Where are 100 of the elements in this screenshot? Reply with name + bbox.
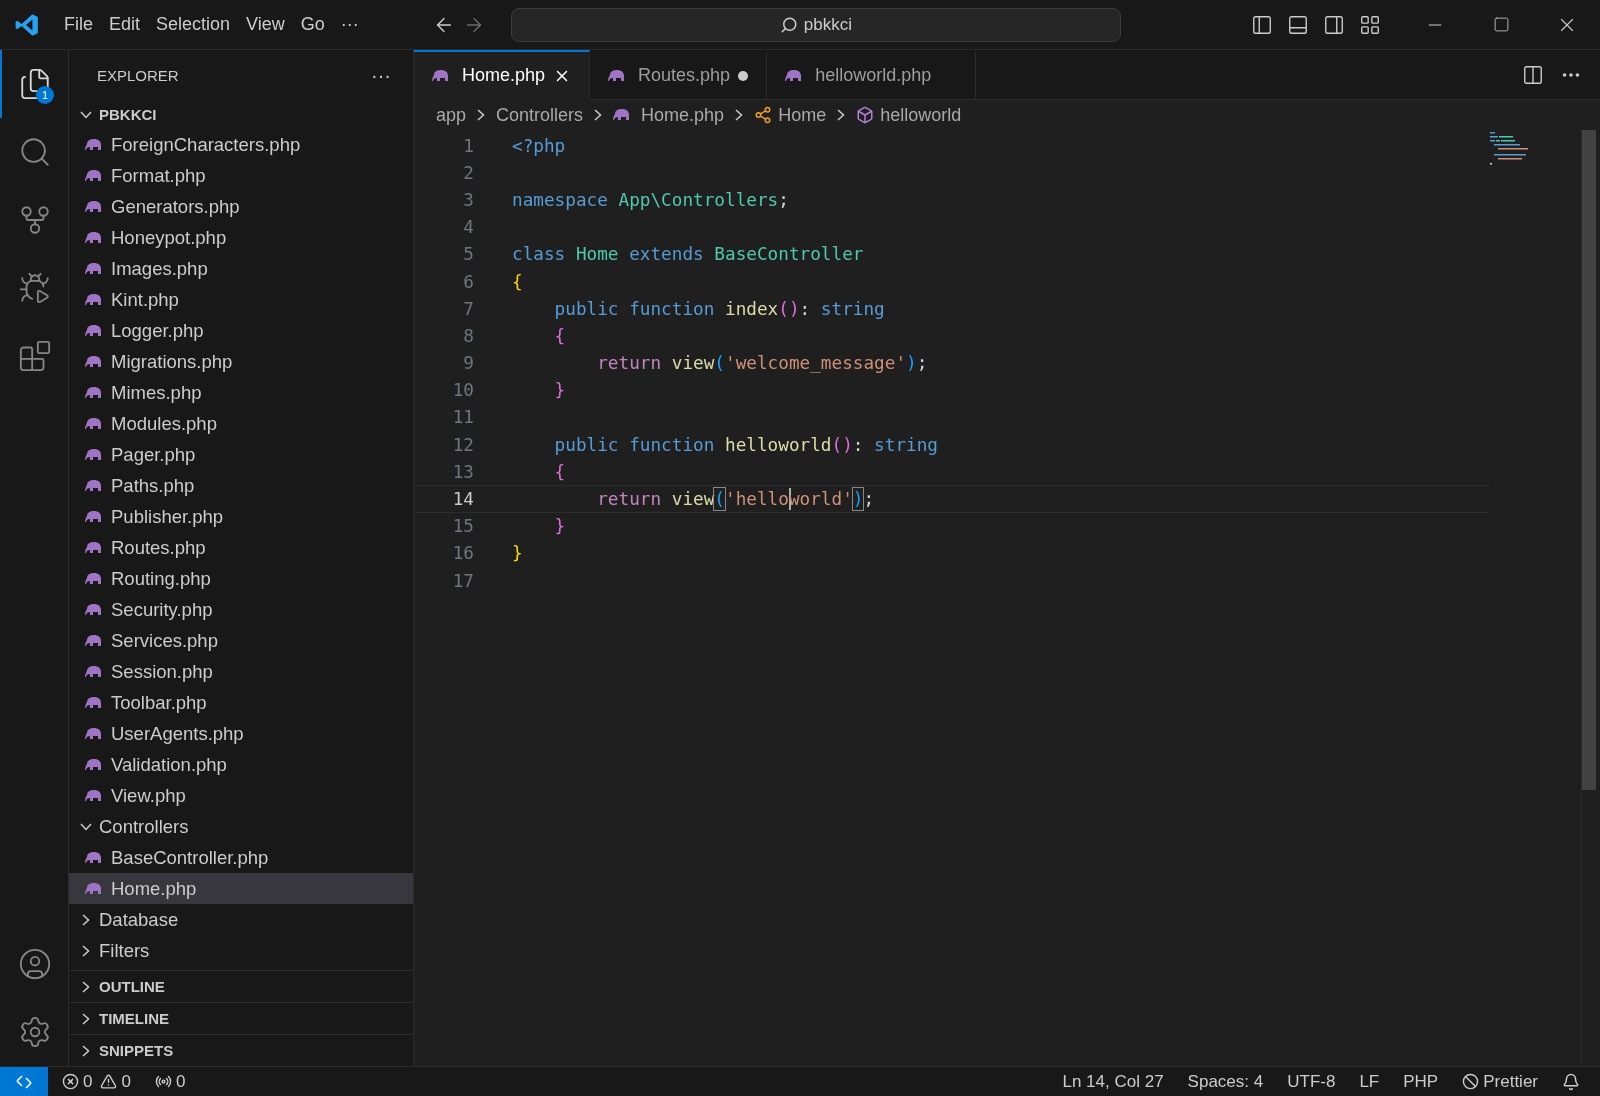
elephant-icon	[85, 230, 103, 245]
menu-item[interactable]: ···	[332, 10, 367, 39]
elephant-icon	[85, 354, 103, 369]
code-line: {	[553, 460, 566, 483]
status-item[interactable]: UTF-8	[1279, 1071, 1344, 1092]
code-line: class Home extends BaseController	[512, 243, 864, 266]
explorer-php-file[interactable]: Format.php	[69, 160, 413, 191]
code-line: return view('welcome_message');	[596, 352, 928, 375]
elephant-icon	[85, 633, 103, 648]
notification-badge: 1	[36, 86, 54, 104]
explorer-php-file[interactable]: Publisher.php	[69, 501, 413, 532]
chevron-right-icon	[477, 109, 486, 121]
explorer-php-file[interactable]: Images.php	[69, 253, 413, 284]
section-header[interactable]: TIMELINE	[69, 1002, 413, 1034]
explorer-php-file[interactable]: Routes.php	[69, 532, 413, 563]
editor-tab[interactable]: Routes.php	[590, 50, 768, 100]
elephant-icon	[85, 292, 103, 307]
elephant-icon	[85, 447, 103, 462]
breadcrumb-item[interactable]: Home	[754, 104, 827, 126]
line-number: 6	[462, 270, 474, 293]
explorer-php-file[interactable]: Home.php	[69, 873, 413, 904]
menu-item[interactable]: Go	[292, 10, 333, 39]
line-number: 7	[462, 297, 474, 320]
elephant-icon	[85, 788, 103, 803]
status-item[interactable]: Prettier	[1454, 1071, 1546, 1092]
code-line: }	[512, 542, 523, 565]
command-center-search[interactable]: pbkkci	[510, 7, 1121, 42]
menu-item[interactable]: View	[238, 10, 293, 39]
section-header[interactable]: OUTLINE	[69, 970, 413, 1002]
status-item[interactable]: Spaces: 4	[1179, 1071, 1272, 1092]
elephant-icon	[85, 757, 103, 772]
elephant-icon	[85, 261, 103, 276]
elephant-icon	[85, 137, 103, 152]
menu-item[interactable]: File	[56, 10, 101, 39]
explorer-php-file[interactable]: Kint.php	[69, 284, 413, 315]
explorer-folder[interactable]: Controllers	[69, 811, 413, 842]
menu-item[interactable]: Edit	[101, 10, 149, 39]
elephant-icon	[608, 68, 627, 83]
explorer-folder[interactable]: Filters	[69, 935, 413, 966]
breadcrumb-item[interactable]: Home.php	[613, 104, 725, 126]
status-item[interactable]: PHP	[1395, 1071, 1447, 1092]
problems-status[interactable]: 0 0	[54, 1071, 139, 1092]
elephant-icon	[85, 850, 103, 865]
warning-icon	[100, 1073, 118, 1090]
elephant-icon	[432, 68, 450, 83]
settings-icon	[18, 1015, 52, 1049]
explorer-php-file[interactable]: Mimes.php	[69, 377, 413, 408]
elephant-icon	[85, 416, 103, 431]
line-number: 2	[462, 161, 474, 184]
line-number: 16	[451, 542, 474, 565]
explorer-folder[interactable]: Database	[69, 904, 413, 935]
scroll-thumb[interactable]	[1582, 130, 1596, 790]
explorer-php-file[interactable]: Validation.php	[69, 749, 413, 780]
explorer-php-file[interactable]: Session.php	[69, 656, 413, 687]
breadcrumb-item[interactable]: helloworld	[856, 104, 962, 126]
breadcrumb-item[interactable]: app	[436, 104, 467, 126]
search-icon	[779, 15, 798, 34]
explorer-php-file[interactable]: Modules.php	[69, 408, 413, 439]
explorer-php-file[interactable]: Pager.php	[69, 439, 413, 470]
line-number: 8	[462, 324, 474, 347]
status-item[interactable]: LF	[1351, 1071, 1388, 1092]
search-text: pbkkci	[803, 14, 852, 35]
status-item[interactable]: Ln 14, Col 27	[1054, 1071, 1172, 1092]
elephant-icon	[85, 168, 103, 183]
elephant-icon	[613, 108, 632, 122]
elephant-icon	[85, 385, 103, 400]
split-editor-icon[interactable]	[1522, 63, 1544, 86]
elephant-icon	[85, 571, 103, 586]
breadcrumb-item[interactable]: Controllers	[496, 104, 584, 126]
elephant-icon	[85, 881, 103, 896]
explorer-php-file[interactable]: Services.php	[69, 625, 413, 656]
explorer-php-file[interactable]: BaseController.php	[69, 842, 413, 873]
branch-icon	[18, 203, 52, 237]
explorer-php-file[interactable]: Toolbar.php	[69, 687, 413, 718]
explorer-php-file[interactable]: ForeignCharacters.php	[69, 129, 413, 160]
more-actions-button[interactable]: ···	[371, 63, 391, 87]
app-logo	[14, 11, 40, 38]
workspace-folder[interactable]: PBKKCI	[69, 100, 413, 129]
explorer-php-file[interactable]: Security.php	[69, 594, 413, 625]
explorer-php-file[interactable]: Generators.php	[69, 191, 413, 222]
line-number: 12	[451, 433, 474, 456]
elephant-icon	[85, 478, 103, 493]
explorer-php-file[interactable]: Paths.php	[69, 470, 413, 501]
elephant-icon	[85, 509, 103, 524]
code-line: }	[553, 515, 566, 538]
editor-tab[interactable]: helloworld.php	[767, 50, 977, 100]
explorer-php-file[interactable]: UserAgents.php	[69, 718, 413, 749]
chevron-right-icon	[735, 109, 744, 121]
explorer-php-file[interactable]: Routing.php	[69, 563, 413, 594]
line-number: 15	[451, 515, 474, 538]
explorer-php-file[interactable]: Logger.php	[69, 315, 413, 346]
files-icon	[18, 67, 52, 101]
editor-tab[interactable]: Home.php	[414, 50, 591, 100]
line-number: 17	[451, 569, 474, 592]
elephant-icon	[785, 68, 804, 83]
explorer-php-file[interactable]: Honeypot.php	[69, 222, 413, 253]
ports-status[interactable]: 0	[146, 1071, 194, 1092]
menu-item[interactable]: Selection	[148, 10, 239, 39]
explorer-php-file[interactable]: View.php	[69, 780, 413, 811]
explorer-php-file[interactable]: Migrations.php	[69, 346, 413, 377]
